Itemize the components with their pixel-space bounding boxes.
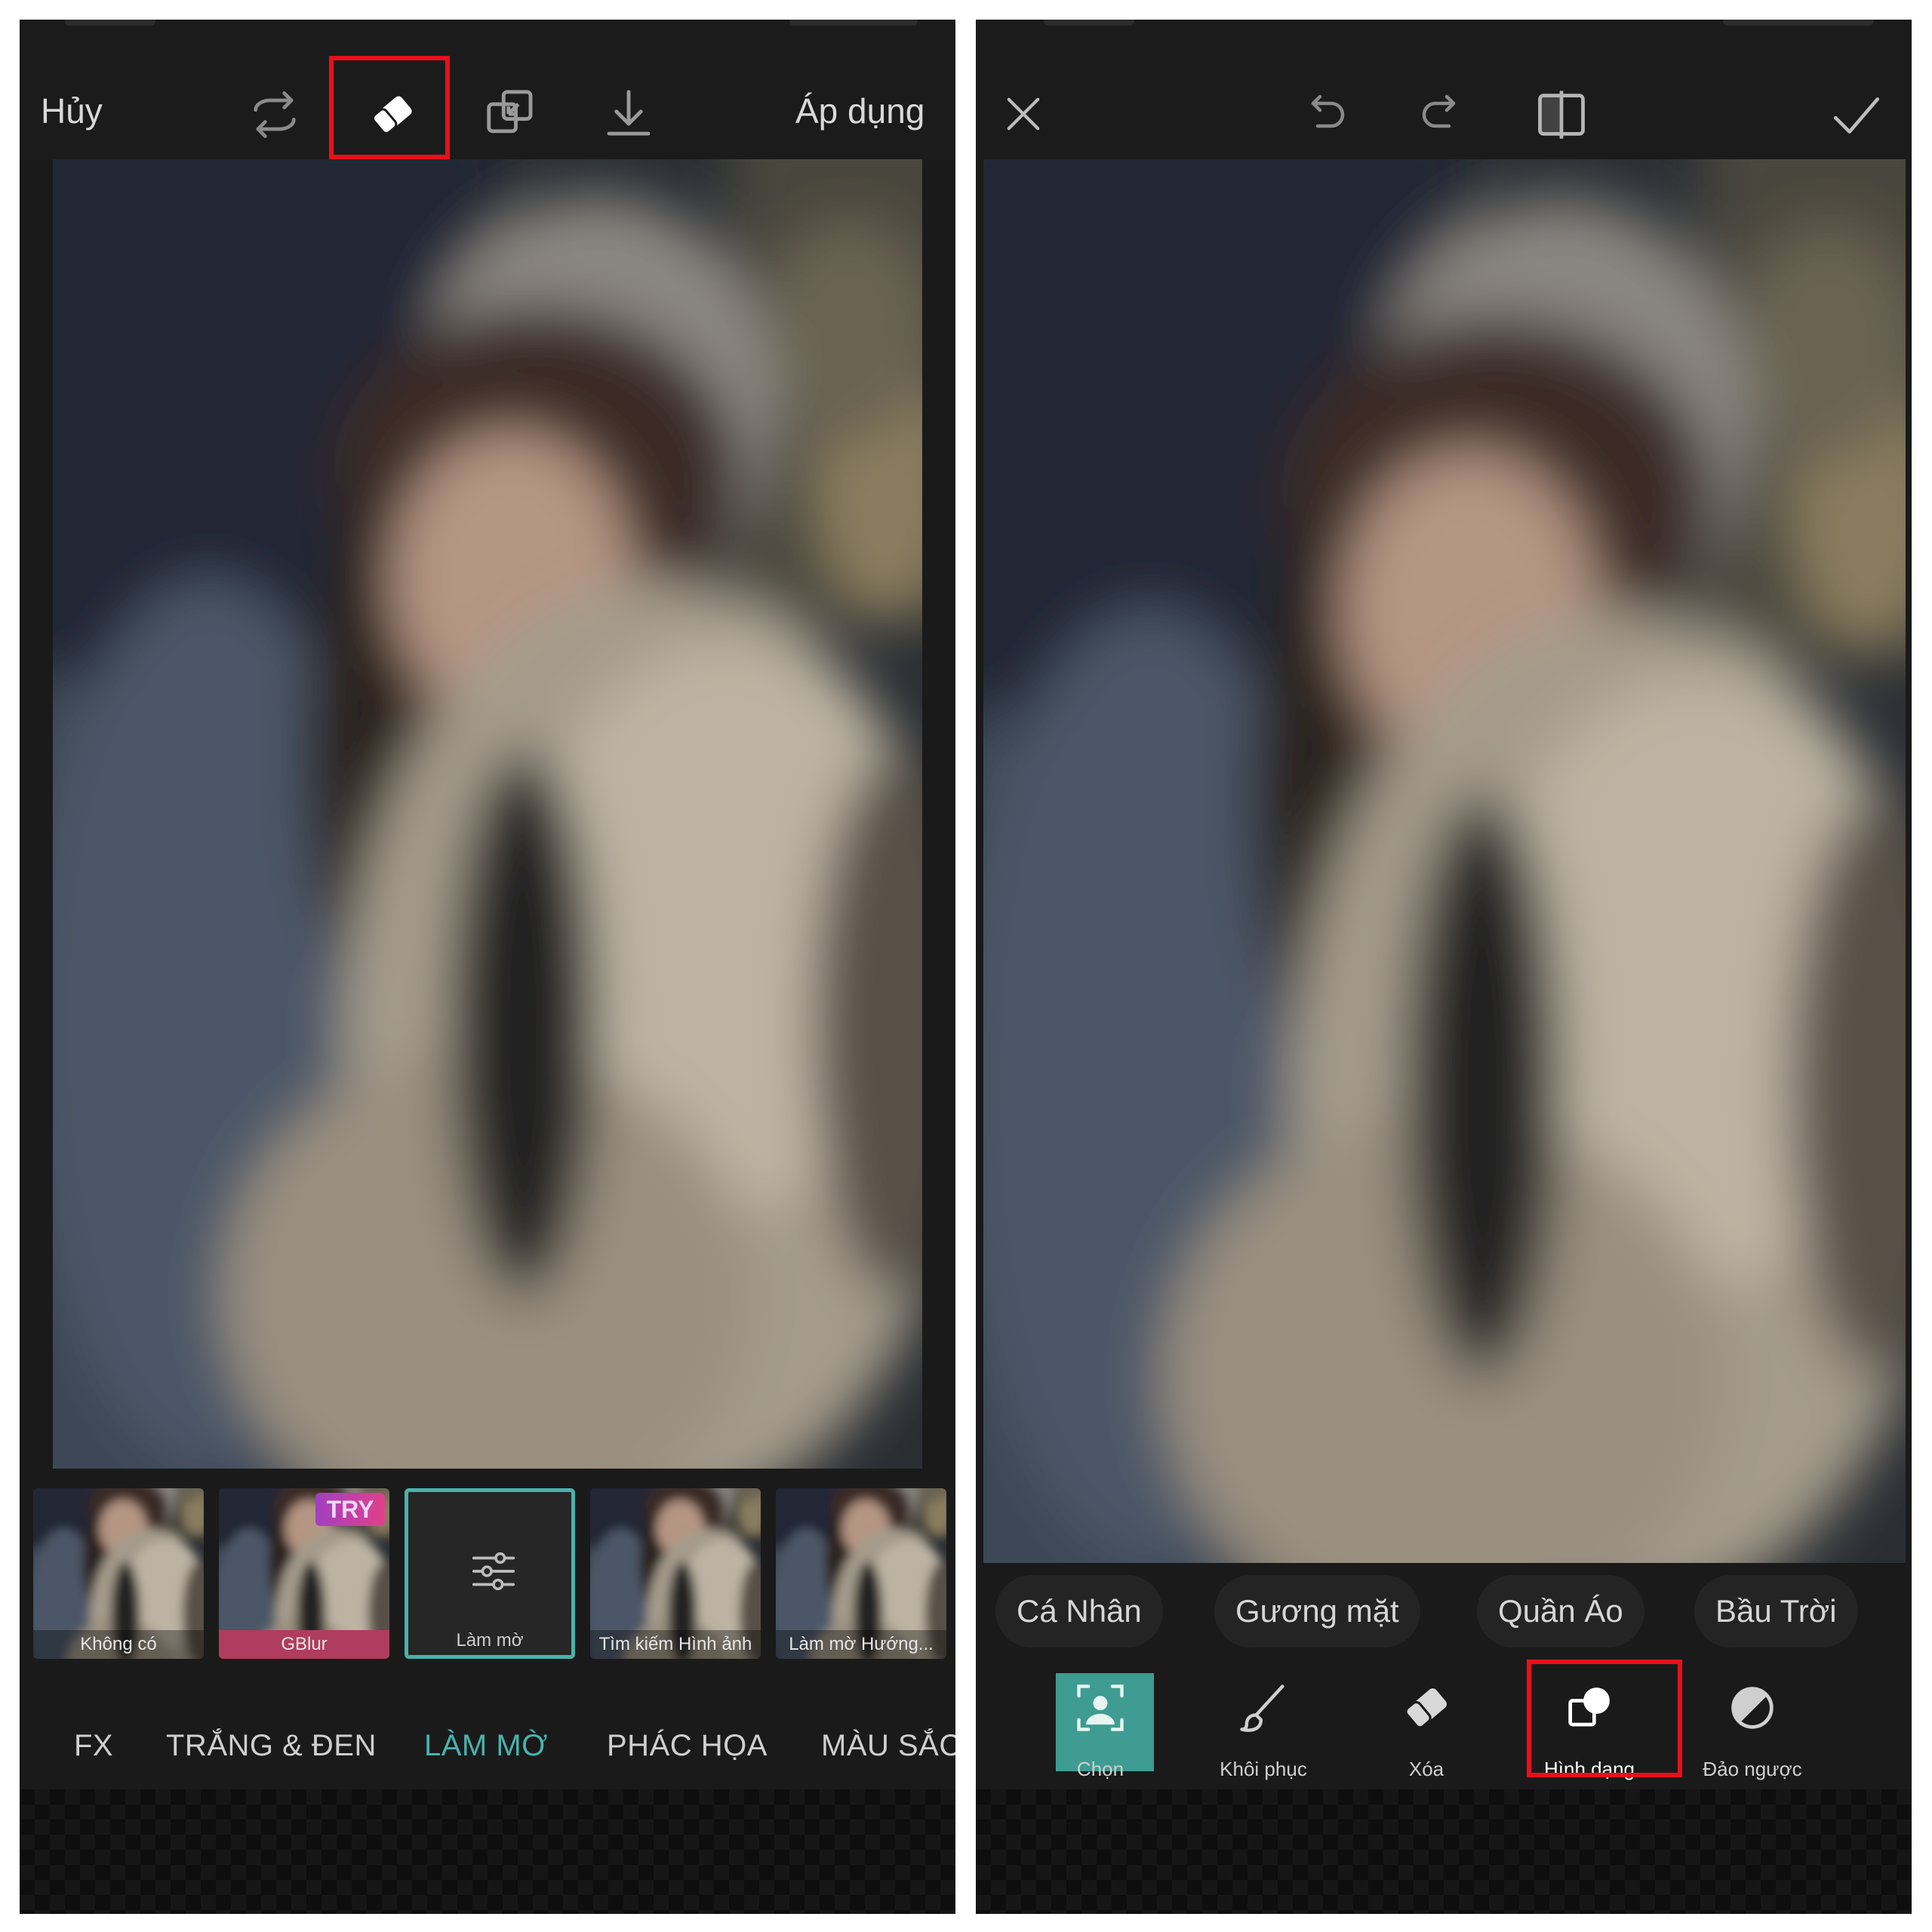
sliders-icon — [467, 1545, 520, 1598]
left-screen: Hủy Áp dụng Không có TRY GBlur Làm mờ Tì… — [20, 20, 955, 1914]
repeat-icon[interactable] — [246, 86, 303, 143]
segment-sky[interactable]: Bầu Trời — [1694, 1575, 1858, 1647]
right-screen: Cá Nhân Gương mặt Quần Áo Bầu Trời Chọn — [976, 20, 1912, 1914]
eraser-highlight-box — [329, 56, 450, 159]
tab-black-white[interactable]: TRẮNG & ĐEN — [166, 1729, 377, 1763]
status-bar-time — [65, 20, 155, 26]
effect-thumbnail-none[interactable]: Không có — [33, 1488, 204, 1659]
editor-toolbar: Hủy Áp dụng — [20, 20, 955, 159]
shape-tool-highlight-box — [1527, 1660, 1682, 1777]
tab-blur[interactable]: LÀM MỜ — [424, 1729, 548, 1763]
tool-label: Khôi phục — [1220, 1758, 1307, 1780]
tool-label: Xóa — [1408, 1758, 1444, 1780]
tool-select[interactable]: Chọn — [1036, 1669, 1164, 1797]
effect-thumbnail-gblur[interactable]: TRY GBlur — [219, 1488, 389, 1659]
status-bar-icons — [1723, 20, 1874, 26]
copy-layers-icon[interactable] — [481, 85, 540, 143]
compare-icon[interactable] — [1533, 86, 1590, 143]
thumbnail-label: Làm mờ — [456, 1630, 524, 1651]
download-icon[interactable] — [599, 85, 658, 143]
thumbnail-label: GBlur — [219, 1630, 389, 1659]
photo-canvas[interactable] — [983, 159, 1906, 1563]
thumbnail-label: Không có — [33, 1630, 204, 1659]
redo-icon[interactable] — [1415, 88, 1469, 142]
effect-thumbnail-image-search[interactable]: Tìm kiếm Hình ảnh — [590, 1488, 761, 1659]
tab-sketch[interactable]: PHÁC HỌA — [607, 1729, 768, 1763]
effect-thumbnail-directional-blur[interactable]: Làm mờ Hướng... — [776, 1488, 946, 1659]
eraser-icon — [1398, 1679, 1455, 1737]
effect-thumbnail-blur[interactable]: Làm mờ — [405, 1488, 575, 1659]
segment-face[interactable]: Gương mặt — [1214, 1575, 1420, 1647]
thumbnail-label: Làm mờ Hướng... — [776, 1630, 946, 1659]
thumbnail-label: Tìm kiếm Hình ảnh — [590, 1630, 761, 1659]
try-badge: TRY — [315, 1493, 385, 1526]
segment-clothes[interactable]: Quần Áo — [1477, 1575, 1644, 1647]
tool-label: Đảo ngược — [1703, 1758, 1802, 1780]
close-icon[interactable] — [998, 89, 1048, 139]
photo-canvas[interactable] — [53, 159, 922, 1469]
segment-person[interactable]: Cá Nhân — [995, 1575, 1163, 1647]
check-icon[interactable] — [1829, 88, 1884, 143]
apply-button[interactable]: Áp dụng — [795, 94, 924, 128]
person-select-icon — [1072, 1679, 1129, 1737]
effect-category-tabs: FX TRẮNG & ĐEN LÀM MỜ PHÁC HỌA MÀU SẮC — [20, 1691, 955, 1797]
invert-icon — [1724, 1679, 1781, 1737]
tab-fx[interactable]: FX — [74, 1729, 113, 1763]
status-bar-time — [1044, 20, 1134, 26]
bottom-pattern — [20, 1789, 955, 1914]
bottom-pattern — [976, 1789, 1912, 1914]
undo-icon[interactable] — [1297, 88, 1352, 142]
tool-erase[interactable]: Xóa — [1362, 1669, 1491, 1797]
status-bar-icons — [789, 20, 918, 26]
mask-toolbar — [976, 20, 1912, 159]
tool-label: Chọn — [1076, 1758, 1124, 1780]
brush-icon — [1235, 1679, 1292, 1737]
tool-restore[interactable]: Khôi phục — [1199, 1669, 1327, 1797]
effect-thumbnail-strip: Không có TRY GBlur Làm mờ Tìm kiếm Hình … — [20, 1476, 955, 1672]
tab-colors[interactable]: MÀU SẮC — [821, 1729, 955, 1763]
cancel-button[interactable]: Hủy — [41, 94, 103, 128]
mask-segment-pills: Cá Nhân Gương mặt Quần Áo Bầu Trời — [976, 1571, 1912, 1661]
tool-invert[interactable]: Đảo ngược — [1688, 1669, 1817, 1797]
mask-tools: Chọn Khôi phục Xóa Hình dạng Đảo ngược — [976, 1660, 1912, 1797]
